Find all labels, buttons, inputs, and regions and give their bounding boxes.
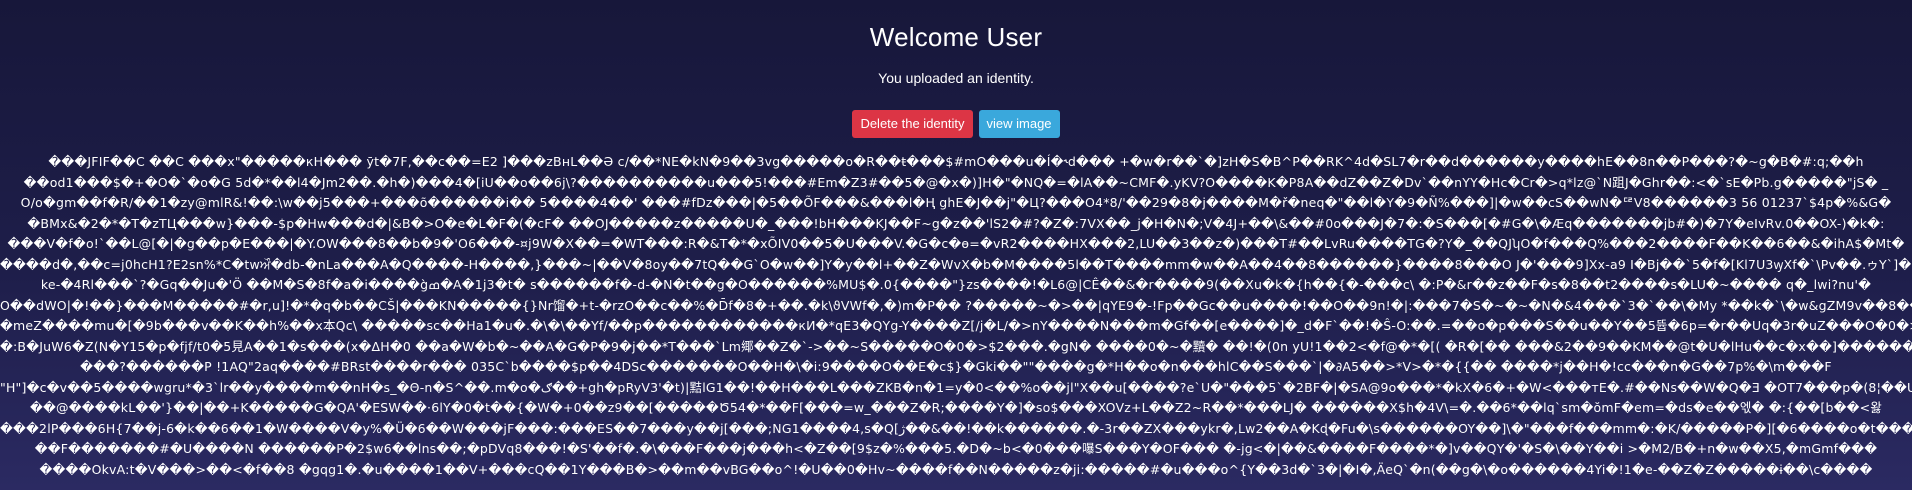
binary-line: �meZ����mu�[�9b���v��K��h%��x本Qc\ �����s…: [0, 318, 1912, 333]
action-buttons: Delete the identity view image: [0, 110, 1912, 138]
binary-line: ��F�������#�U����N ������P�2$w6��lns��;�…: [34, 441, 1878, 456]
binary-line: ��@����kL��'}��|��+K�����G�QA'�ESW��·6lY…: [29, 400, 1882, 415]
binary-line: �:B�JuW6�Z(N�Y15�p�fjf/t0�5見A��1�s���(x�…: [0, 338, 1912, 354]
binary-line: ke-�4Rl���`?�Gq��Ju�'Ö ��M�S�8f�a�i����g…: [40, 277, 1872, 292]
welcome-header: Welcome User You uploaded an identity. D…: [0, 0, 1912, 138]
binary-line: �BMx&�2�*�T�zТЦ���w}���-$p�Hw���d�|&B�>O…: [27, 215, 1885, 231]
binary-line: O/o�gm��f�R/��1�zy@mlR&!��:\w��j5���+���…: [20, 195, 1892, 210]
view-image-button[interactable]: view image: [978, 110, 1060, 138]
delete-identity-button[interactable]: Delete the identity: [852, 110, 973, 138]
binary-line: ���V�f�o!`��L@[�|�g��p�E���|�Y.OW���8��b…: [7, 236, 1905, 251]
raw-image-bytes-text: ���JFIF��C ��C ���x"�����кH��� ӯt�7F,��c…: [0, 152, 1912, 490]
binary-line: "H"]�c�v��5����wgrս*�3`lr��y����m��nH�s_…: [0, 379, 1912, 395]
binary-line: ����d�,��c=j0hcH1?E2sn%*C�twਔ�db-�nLa���…: [0, 256, 1912, 272]
binary-line: ���JFIF��C ��C ���x"�����кH��� ӯt�7F,��c…: [48, 154, 1864, 169]
binary-line: O��dWO|�!��}���M�����#�r,u]!�*�q�b��CŠ|�…: [0, 297, 1912, 313]
upload-status-text: You uploaded an identity.: [878, 70, 1034, 86]
binary-line: ����OkvA:t�V���>��<�f��8 �gqg1�.�u����1�…: [39, 461, 1873, 477]
binary-line: ��od1���$�+�O�`�o�G 5d�*��l4�Jm2��.�h�)�…: [23, 174, 1889, 190]
binary-line: ���?������P !1AQ"2aq����#BRst����r��� 03…: [80, 359, 1832, 374]
binary-line: ���2lP���6H{7��j-6�k��6��1�W����V�y%�Ü�6…: [0, 420, 1912, 436]
page-title: Welcome User: [869, 22, 1043, 52]
